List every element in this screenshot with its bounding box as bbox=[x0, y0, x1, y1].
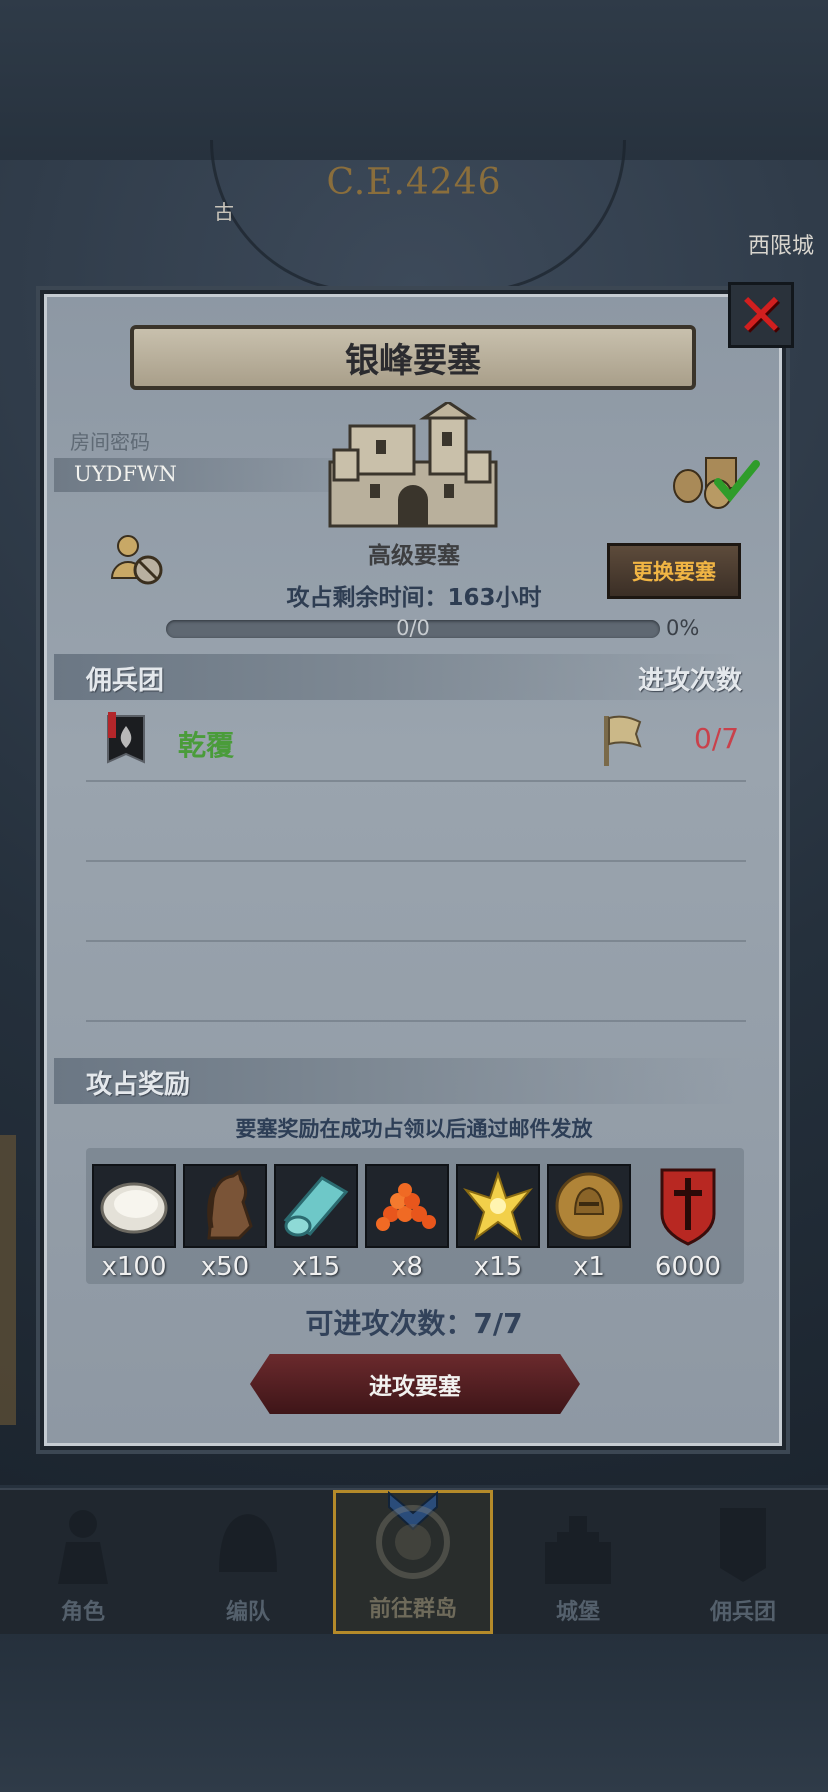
capture-progress-percent: 0% bbox=[666, 616, 700, 640]
compass-icon bbox=[376, 1505, 450, 1579]
horse-icon bbox=[207, 1169, 253, 1240]
nav-label: 佣兵团 bbox=[709, 1600, 776, 1625]
flag-icon bbox=[604, 715, 642, 766]
castle-icon bbox=[545, 1516, 611, 1584]
reward-quantity: 6000 bbox=[654, 1252, 722, 1282]
capture-progress-text: 0/0 bbox=[396, 616, 430, 640]
close-button[interactable]: ✕ bbox=[728, 282, 794, 348]
nav-item-islands[interactable]: 前往群岛 bbox=[333, 1490, 493, 1634]
bottom-backdrop bbox=[0, 1632, 828, 1792]
reward-item[interactable]: x8 bbox=[365, 1164, 449, 1282]
helmet-icon bbox=[219, 1514, 277, 1572]
title-plate: 银峰要塞 bbox=[130, 325, 696, 390]
nav-label: 角色 bbox=[60, 1600, 105, 1625]
close-icon: ✕ bbox=[736, 281, 786, 349]
rewards-header: 攻占奖励 bbox=[86, 1070, 191, 1100]
era-label: C.E.4246 bbox=[326, 162, 502, 203]
reward-quantity: x1 bbox=[573, 1252, 605, 1282]
mercenary-header: 佣兵团 bbox=[86, 666, 165, 696]
orange-beads-icon bbox=[376, 1183, 436, 1231]
reward-quantity: x100 bbox=[101, 1252, 167, 1282]
loot-sacks-check-icon[interactable] bbox=[672, 450, 762, 510]
reward-item[interactable]: x100 bbox=[92, 1164, 176, 1282]
nav-label: 前往群岛 bbox=[368, 1597, 457, 1622]
nav-item-formation[interactable]: 编队 bbox=[168, 1490, 328, 1634]
reward-quantity: x50 bbox=[200, 1252, 250, 1282]
sword-shield-icon bbox=[660, 1168, 716, 1246]
nav-label: 编队 bbox=[225, 1600, 270, 1625]
golden-crest-icon bbox=[463, 1170, 533, 1241]
rewards-note: 要塞奖励在成功占领以后通过邮件发放 bbox=[235, 1117, 593, 1141]
row-divider bbox=[86, 1020, 746, 1022]
attack-fortress-label: 进攻要塞 bbox=[369, 1374, 461, 1400]
castle-icon bbox=[328, 402, 498, 528]
reward-item[interactable]: 6000 bbox=[646, 1164, 730, 1282]
banner-icon bbox=[720, 1508, 766, 1582]
attack-count-header: 进攻次数 bbox=[637, 666, 742, 696]
knight-icon bbox=[58, 1510, 108, 1584]
reward-item[interactable]: x50 bbox=[183, 1164, 267, 1282]
reward-quantity: x15 bbox=[473, 1252, 523, 1282]
reward-quantity: x8 bbox=[391, 1252, 423, 1282]
mercenary-name[interactable]: 乾覆 bbox=[178, 724, 234, 764]
mercenary-emblem-icon bbox=[107, 712, 145, 764]
bottom-nav: 角色 编队 前往群岛 城堡 佣兵团 bbox=[0, 1488, 828, 1634]
modal-title: 银峰要塞 bbox=[345, 341, 481, 381]
reward-quantity: x15 bbox=[291, 1252, 341, 1282]
room-password-value: UYDFWN bbox=[74, 462, 177, 486]
capture-time-remaining: 攻占剩余时间：163小时 bbox=[286, 585, 542, 611]
oyster-icon bbox=[100, 1182, 168, 1234]
attack-fortress-button[interactable]: 进攻要塞 bbox=[250, 1354, 580, 1414]
map-label-west: 古 bbox=[214, 200, 234, 224]
reward-item[interactable]: x15 bbox=[274, 1164, 358, 1282]
remaining-attacks: 可进攻次数：7/7 bbox=[305, 1307, 523, 1340]
nav-item-mercenary[interactable]: 佣兵团 bbox=[663, 1490, 823, 1634]
side-strip bbox=[0, 1135, 16, 1425]
top-backdrop bbox=[0, 0, 828, 160]
room-password-label: 房间密码 bbox=[70, 430, 150, 454]
mercenary-attack-count: 0/7 bbox=[694, 722, 740, 755]
reward-item[interactable]: x1 bbox=[547, 1164, 631, 1282]
map-label-east: 西限城 bbox=[747, 234, 814, 259]
cloth-roll-icon bbox=[283, 1176, 349, 1237]
row-divider bbox=[86, 780, 746, 782]
nav-item-castle[interactable]: 城堡 bbox=[498, 1490, 658, 1634]
row-divider bbox=[86, 860, 746, 862]
row-divider bbox=[86, 940, 746, 942]
knight-medal-icon bbox=[555, 1172, 623, 1240]
nav-label: 城堡 bbox=[555, 1600, 600, 1625]
reward-item[interactable]: x15 bbox=[456, 1164, 540, 1282]
nav-item-character[interactable]: 角色 bbox=[3, 1490, 163, 1634]
